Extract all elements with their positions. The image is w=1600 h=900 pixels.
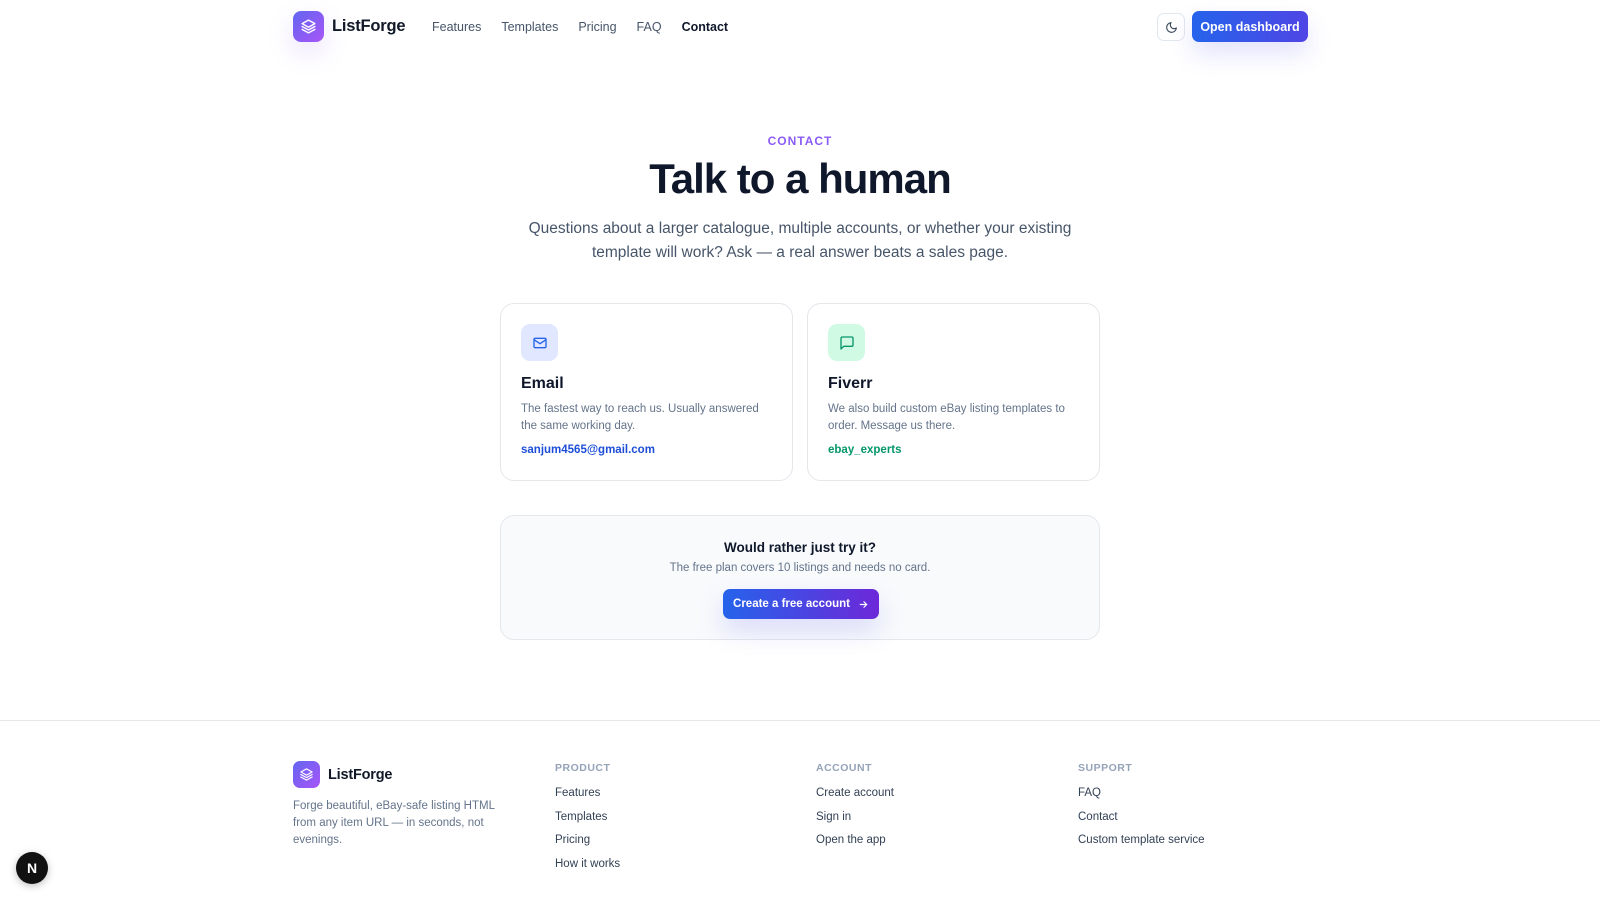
section-eyebrow: CONTACT — [767, 134, 833, 148]
footer-column-account: ACCOUNT Create account Sign in Open the … — [816, 762, 894, 853]
footer-link-open-app[interactable]: Open the app — [816, 829, 894, 853]
nav-pricing[interactable]: Pricing — [578, 19, 616, 35]
footer-column-support: SUPPORT FAQ Contact Custom template serv… — [1078, 762, 1205, 853]
theme-toggle-button[interactable] — [1157, 13, 1185, 41]
email-card-title: Email — [521, 375, 564, 392]
footer-brand[interactable]: ListForge — [293, 761, 392, 788]
brand-name: ListForge — [332, 17, 406, 35]
footer-column-product: PRODUCT Features Templates Pricing How i… — [555, 762, 620, 876]
nav-templates[interactable]: Templates — [501, 19, 558, 35]
footer-link-contact[interactable]: Contact — [1078, 806, 1205, 830]
footer-heading-support: SUPPORT — [1078, 762, 1133, 774]
create-account-label: Create a free account — [733, 598, 850, 610]
moon-icon — [1165, 21, 1177, 33]
footer-link-faq[interactable]: FAQ — [1078, 782, 1205, 806]
page-subtitle: Questions about a larger catalogue, mult… — [528, 220, 1072, 261]
mail-icon — [521, 324, 558, 361]
fiverr-card-description: We also build custom eBay listing templa… — [828, 403, 1065, 432]
footer-link-templates[interactable]: Templates — [555, 806, 620, 830]
fiverr-card-title: Fiverr — [828, 375, 873, 392]
dev-tools-badge[interactable]: N — [16, 852, 48, 884]
footer-link-pricing[interactable]: Pricing — [555, 829, 620, 853]
email-card-description: The fastest way to reach us. Usually ans… — [521, 403, 759, 432]
cta-text: The free plan covers 10 listings and nee… — [669, 562, 931, 574]
arrow-right-icon — [859, 600, 868, 608]
brand[interactable]: ListForge — [293, 11, 406, 42]
open-dashboard-button[interactable]: Open dashboard — [1192, 11, 1308, 42]
cta-title: Would rather just try it? — [723, 540, 876, 555]
footer-link-create-account[interactable]: Create account — [816, 782, 894, 806]
page-title: Talk to a human — [649, 155, 952, 202]
footer-divider — [0, 720, 1600, 721]
nav-contact[interactable]: Contact — [682, 19, 729, 35]
main-nav: Features Templates Pricing FAQ Contact — [432, 19, 728, 35]
email-link[interactable]: sanjum4565@gmail.com — [521, 444, 655, 456]
message-icon — [828, 324, 865, 361]
footer-tagline: Forge beautiful, eBay-safe listing HTML … — [293, 800, 495, 846]
layers-logo-icon — [293, 761, 320, 788]
layers-logo-icon — [293, 11, 324, 42]
create-account-button[interactable]: Create a free account — [723, 589, 879, 619]
nav-features[interactable]: Features — [432, 19, 481, 35]
footer-link-features[interactable]: Features — [555, 782, 620, 806]
footer-link-custom-template-service[interactable]: Custom template service — [1078, 829, 1205, 853]
footer-heading-product: PRODUCT — [555, 762, 611, 774]
footer-heading-account: ACCOUNT — [816, 762, 872, 774]
fiverr-card: Fiverr We also build custom eBay listing… — [807, 303, 1100, 481]
fiverr-link[interactable]: ebay_experts — [828, 444, 902, 456]
email-card: Email The fastest way to reach us. Usual… — [500, 303, 793, 481]
footer-link-sign-in[interactable]: Sign in — [816, 806, 894, 830]
footer-link-how-it-works[interactable]: How it works — [555, 853, 620, 877]
site-header: ListForge Features Templates Pricing FAQ… — [0, 0, 1600, 54]
nav-faq[interactable]: FAQ — [637, 19, 662, 35]
footer-brand-name: ListForge — [328, 766, 393, 783]
try-it-cta: Would rather just try it? The free plan … — [500, 515, 1100, 640]
